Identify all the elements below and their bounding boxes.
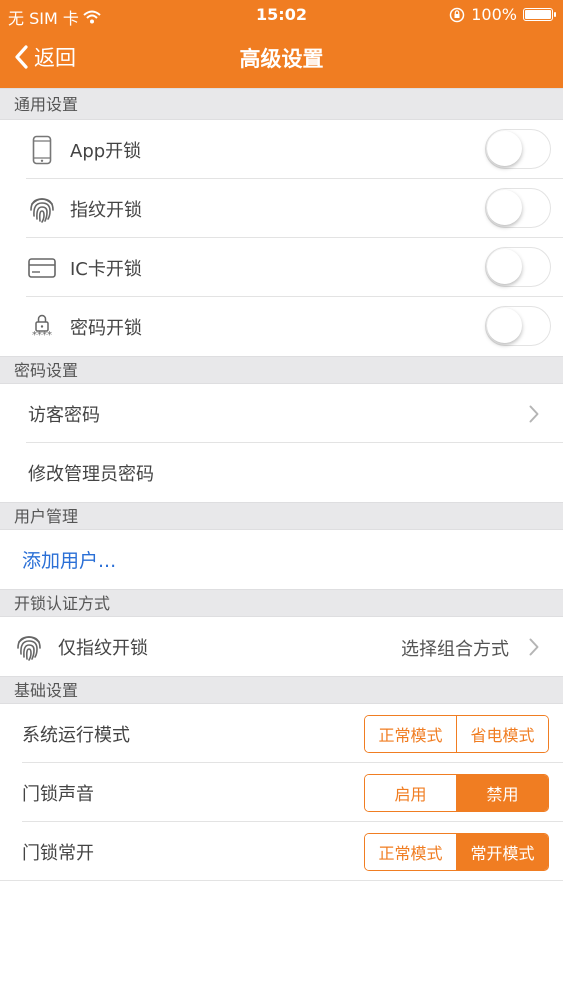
phone-icon xyxy=(28,134,56,166)
navigation-bar: 返回 高级设置 xyxy=(0,30,563,88)
auth-mode-label: 仅指纹开锁 xyxy=(58,637,148,659)
row-change-admin-password[interactable]: 修改管理员密码 xyxy=(0,443,563,502)
lock-sound-enable-option[interactable]: 启用 xyxy=(365,775,456,811)
visitor-password-label: 访客密码 xyxy=(28,404,100,426)
password-icon-caption: **** xyxy=(32,329,52,341)
settings-list: 通用设置 App开锁 指纹开锁 IC卡开锁 **** 密码开锁 密码设置 访客密… xyxy=(0,88,563,881)
row-app-unlock: App开锁 xyxy=(0,120,563,179)
fingerprint-unlock-label: 指纹开锁 xyxy=(70,199,142,221)
choose-combo-label: 选择组合方式 xyxy=(401,639,509,660)
lock-sound-disable-option[interactable]: 禁用 xyxy=(456,775,548,811)
row-run-mode: 系统运行模式 正常模式 省电模式 xyxy=(0,704,563,763)
add-user-link[interactable]: 添加用户... xyxy=(22,546,116,573)
app-unlock-toggle[interactable] xyxy=(485,129,551,169)
row-always-open: 门锁常开 正常模式 常开模式 xyxy=(0,822,563,881)
run-mode-normal-option[interactable]: 正常模式 xyxy=(365,716,456,752)
ic-card-unlock-toggle[interactable] xyxy=(485,247,551,287)
row-auth-mode[interactable]: 仅指纹开锁 选择组合方式 xyxy=(0,617,563,676)
row-lock-sound: 门锁声音 启用 禁用 xyxy=(0,763,563,822)
run-mode-segmented-control: 正常模式 省电模式 xyxy=(364,715,549,753)
password-unlock-label: 密码开锁 xyxy=(70,317,142,339)
battery-icon xyxy=(523,8,556,21)
change-admin-password-label: 修改管理员密码 xyxy=(28,463,154,485)
lock-sound-segmented-control: 启用 禁用 xyxy=(364,774,549,812)
section-header-basic: 基础设置 xyxy=(0,676,563,704)
section-header-general: 通用设置 xyxy=(0,88,563,120)
fingerprint-unlock-toggle[interactable] xyxy=(485,188,551,228)
always-open-segmented-control: 正常模式 常开模式 xyxy=(364,833,549,871)
app-unlock-label: App开锁 xyxy=(70,140,142,162)
row-password-unlock: **** 密码开锁 xyxy=(0,297,563,356)
chevron-right-icon xyxy=(529,638,539,656)
section-header-users: 用户管理 xyxy=(0,502,563,530)
status-right: 100% xyxy=(449,5,556,24)
fingerprint-icon xyxy=(28,193,56,225)
section-header-auth: 开锁认证方式 xyxy=(0,589,563,617)
row-fingerprint-unlock: 指纹开锁 xyxy=(0,179,563,238)
always-open-label: 门锁常开 xyxy=(22,842,94,864)
password-lock-icon: **** xyxy=(28,311,56,343)
run-mode-label: 系统运行模式 xyxy=(22,724,130,746)
page-title: 高级设置 xyxy=(239,47,324,71)
password-unlock-toggle[interactable] xyxy=(485,306,551,346)
chevron-right-icon xyxy=(529,405,539,423)
row-ic-card-unlock: IC卡开锁 xyxy=(0,238,563,297)
battery-percent: 100% xyxy=(471,5,517,24)
always-open-normal-option[interactable]: 正常模式 xyxy=(365,834,456,870)
row-add-user[interactable]: 添加用户... xyxy=(0,530,563,589)
always-open-open-option[interactable]: 常开模式 xyxy=(456,834,548,870)
run-mode-power-save-option[interactable]: 省电模式 xyxy=(456,716,548,752)
fingerprint-icon xyxy=(14,631,44,663)
section-header-password: 密码设置 xyxy=(0,356,563,384)
status-bar: 无 SIM 卡 15:02 100% xyxy=(0,0,563,30)
ic-card-unlock-label: IC卡开锁 xyxy=(70,258,142,280)
row-visitor-password[interactable]: 访客密码 xyxy=(0,384,563,443)
orientation-lock-icon xyxy=(450,7,465,22)
card-icon xyxy=(28,252,56,284)
lock-sound-label: 门锁声音 xyxy=(22,783,94,805)
